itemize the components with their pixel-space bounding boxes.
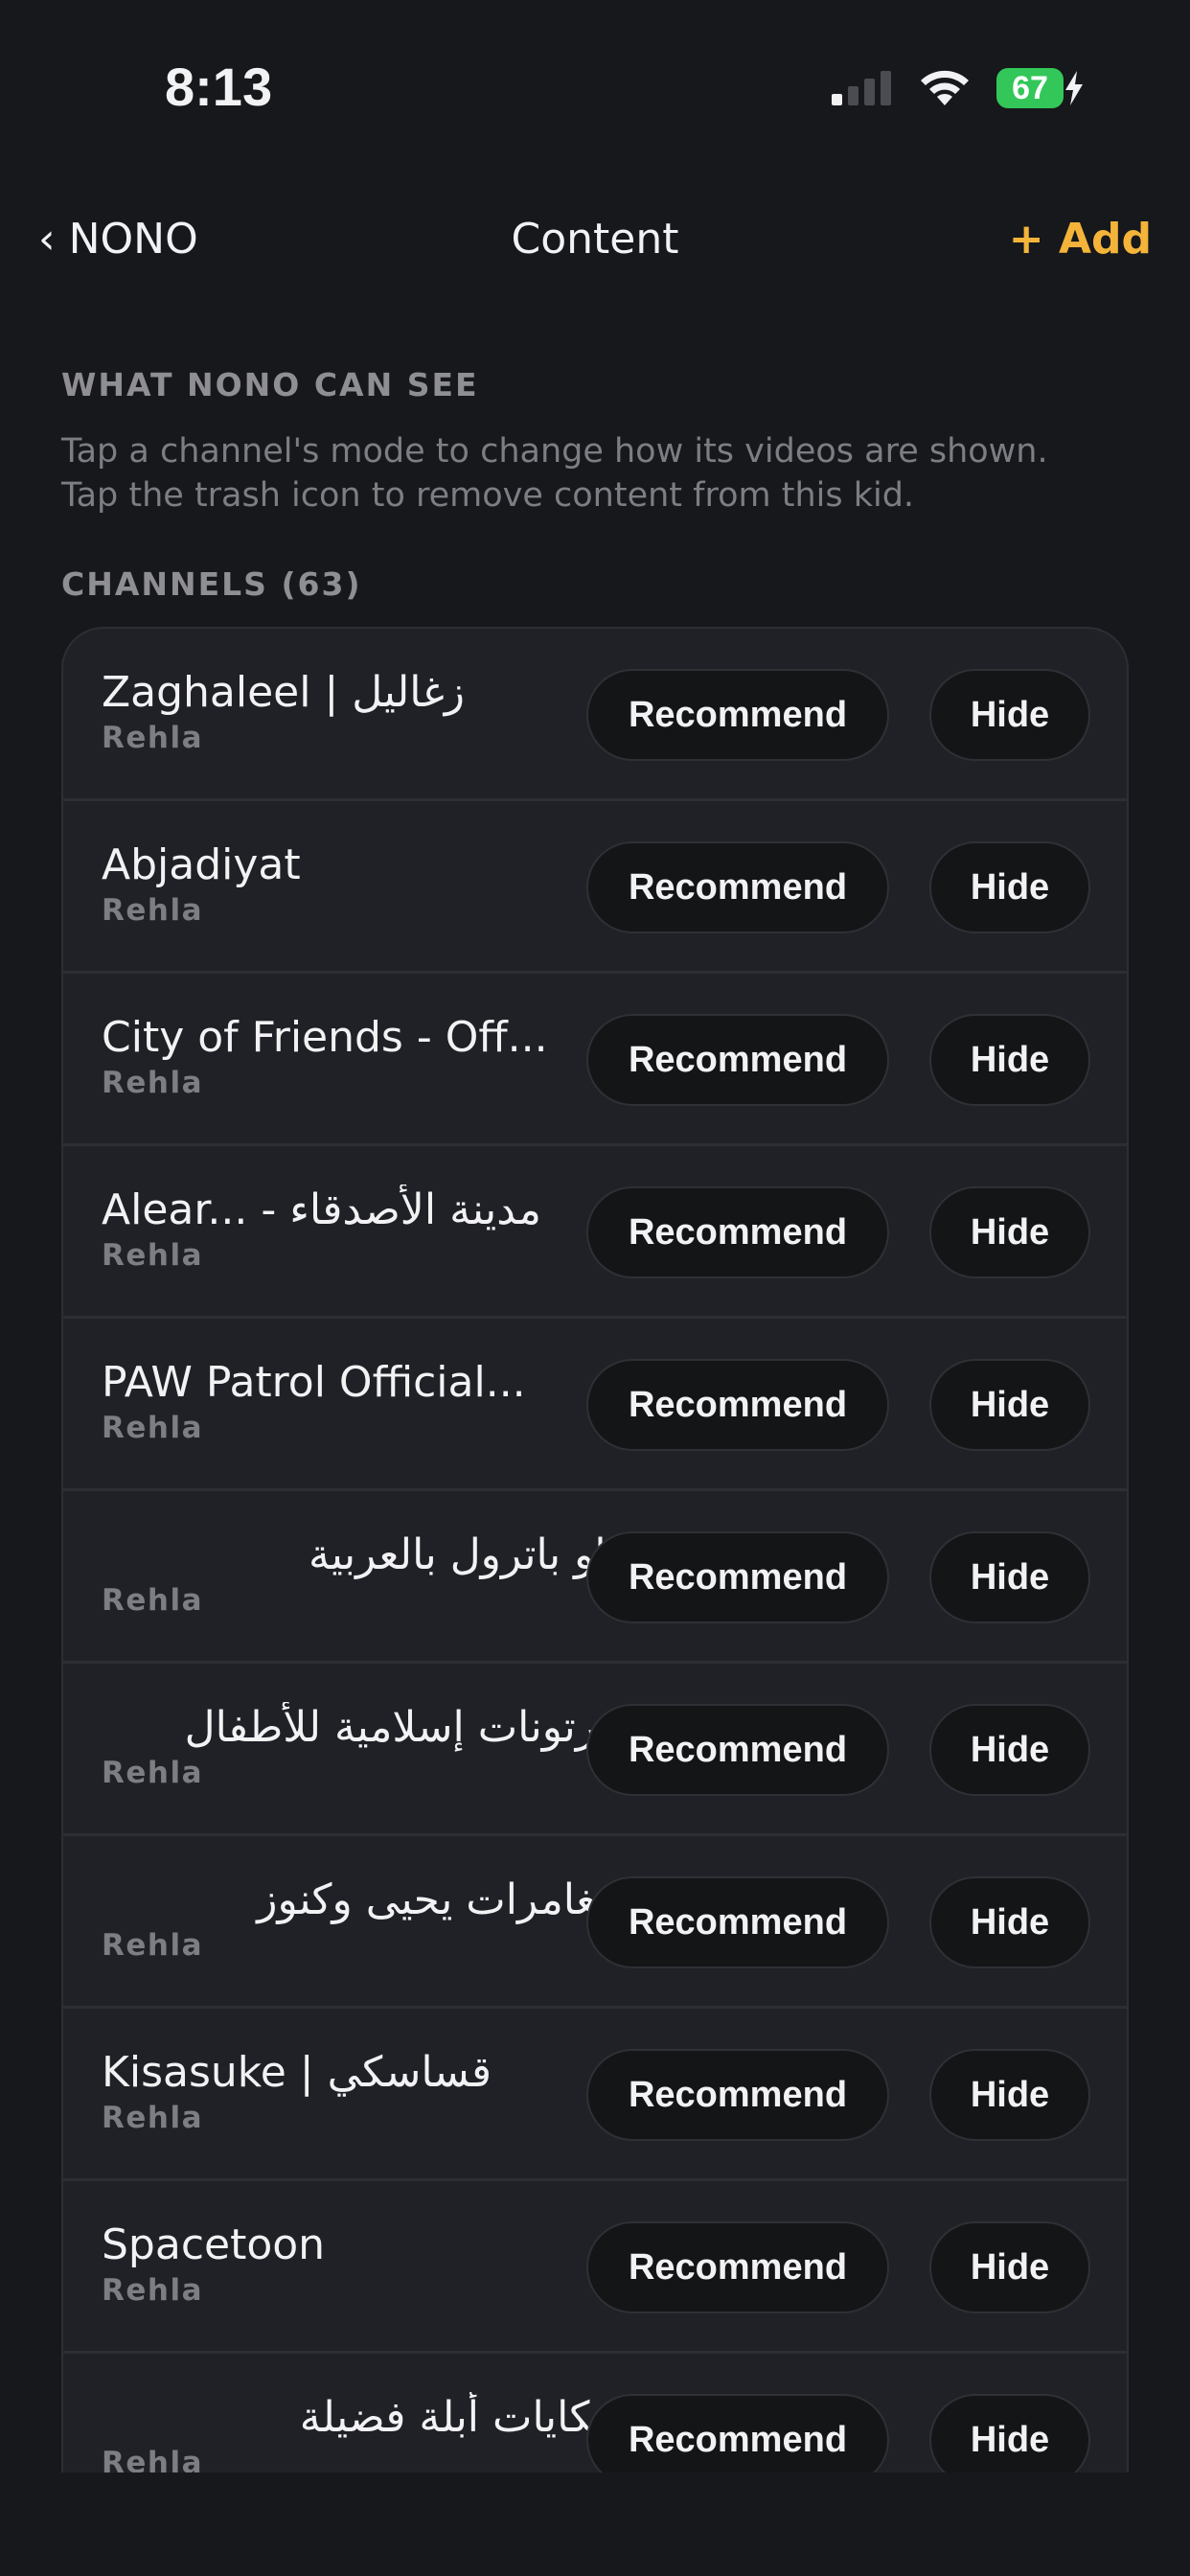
hide-button[interactable]: Hide [929,669,1090,761]
hide-button[interactable]: Hide [929,841,1090,933]
channel-name: باو باترول بالعربية [309,1530,619,1579]
status-time: 8:13 [165,57,273,117]
list-item: Kisasuke | قساسكي Rehla Recommend Hide [63,2009,1127,2181]
channel-source: Rehla [102,1066,204,1100]
list-item: Zaghaleel | زغاليل Rehla Recommend Hide [63,629,1127,801]
hide-button[interactable]: Hide [929,2049,1090,2141]
hide-button[interactable]: Hide [929,1186,1090,1278]
channel-name: Abjadiyat [102,840,301,889]
channel-info: PAW Patrol Official... Rehla [102,1357,619,1445]
channel-name: Zaghaleel | زغاليل [102,668,465,717]
list-item: City of Friends - Off... Rehla Recommend Hi… [63,974,1127,1146]
channel-name: Kisasuke | قساسكي [102,2048,492,2097]
channel-info: City of Friends - Off... Rehla [102,1012,619,1100]
channel-info: Kisasuke | قساسكي Rehla [102,2047,619,2135]
recommend-button[interactable]: Recommend [586,2221,889,2313]
channel-info: Spacetoon Rehla [102,2220,619,2308]
channel-info: Alear... - مدينة الأصدقاء Rehla [102,1184,619,1273]
list-item: Spacetoon Rehla Recommend Hide [63,2181,1127,2354]
recommend-button[interactable]: Recommend [586,1531,889,1623]
help-line: Tap the trash icon to remove content fro… [61,476,915,515]
recommend-button[interactable]: Recommend [586,1186,889,1278]
cellular-signal-icon [832,71,891,105]
channel-name: City of Friends - Off... [102,1013,548,1062]
hide-button[interactable]: Hide [929,1531,1090,1623]
list-item: Alear... - مدينة الأصدقاء Rehla Recommend H… [63,1146,1127,1319]
battery-level: 67 [996,68,1064,108]
recommend-button[interactable]: Recommend [586,1876,889,1968]
hide-button[interactable]: Hide [929,2221,1090,2313]
list-item: PAW Patrol Official... Rehla Recommend Hide [63,1319,1127,1491]
channel-source: Rehla [102,2101,204,2135]
channels-list-card: Zaghaleel | زغاليل Rehla Recommend Hide Abja… [61,627,1129,2576]
channel-name: حكايات أبلة فضيلة [299,2393,619,2442]
channel-source: Rehla [102,1583,204,1618]
recommend-button[interactable]: Recommend [586,2049,889,2141]
channel-source: Rehla [102,1928,204,1963]
channel-info: Zaghaleel | زغاليل Rehla [102,667,619,755]
channel-source: Rehla [102,2273,204,2308]
hide-button[interactable]: Hide [929,1876,1090,1968]
battery-icon: 67 [996,68,1085,108]
recommend-button[interactable]: Recommend [586,1704,889,1796]
channel-source: Rehla [102,1411,204,1445]
channel-list: Zaghaleel | زغاليل Rehla Recommend Hide Abja… [63,629,1127,2526]
add-button[interactable]: + Add [1009,215,1152,264]
hide-button[interactable]: Hide [929,1359,1090,1451]
navigation-bar: ‹ NONO Content + Add [0,201,1190,278]
channel-info: Abjadiyat Rehla [102,840,619,928]
channel-name: مغامرات يحيى وكنوز [257,1875,619,1924]
channel-source: Rehla [102,1238,204,1273]
channel-info: باو باترول بالعربية Rehla [102,1530,619,1618]
list-item: باو باترول بالعربية Rehla Recommend Hide [63,1491,1127,1664]
recommend-button[interactable]: Recommend [586,841,889,933]
channel-info: مغامرات يحيى وكنوز Rehla [102,1874,619,1963]
list-item: مغامرات يحيى وكنوز Rehla Recommend Hide [63,1836,1127,2009]
channel-name: PAW Patrol Official... [102,1358,526,1407]
list-item: Abjadiyat Rehla Recommend Hide [63,801,1127,974]
home-indicator-area [0,2472,1190,2576]
channels-header: CHANNELS (63) [61,565,362,603]
list-item: كرتونات إسلامية للأطفال Rehla Recommend Hid… [63,1664,1127,1836]
channel-info: حكايات أبلة فضيلة Rehla [102,2392,619,2480]
recommend-button[interactable]: Recommend [586,1014,889,1106]
section-header: WHAT NONO CAN SEE [61,366,479,403]
status-icons: 67 [832,63,1085,113]
hide-button[interactable]: Hide [929,1704,1090,1796]
recommend-button[interactable]: Recommend [586,1359,889,1451]
channel-source: Rehla [102,1756,204,1790]
hide-button[interactable]: Hide [929,1014,1090,1106]
channel-info: كرتونات إسلامية للأطفال Rehla [102,1702,619,1790]
channel-source: Rehla [102,721,204,755]
wifi-icon [921,70,969,105]
help-line: Tap a channel's mode to change how its v… [61,432,1048,471]
channel-name: كرتونات إسلامية للأطفال [184,1703,619,1752]
channel-source: Rehla [102,893,204,928]
help-text: Tap a channel's mode to change how its v… [61,429,1144,518]
charging-bolt-icon [1065,71,1083,105]
recommend-button[interactable]: Recommend [586,669,889,761]
channel-name: Spacetoon [102,2220,326,2269]
channel-name: Alear... - مدينة الأصدقاء [102,1185,541,1234]
status-bar: 8:13 67 [0,0,1190,163]
